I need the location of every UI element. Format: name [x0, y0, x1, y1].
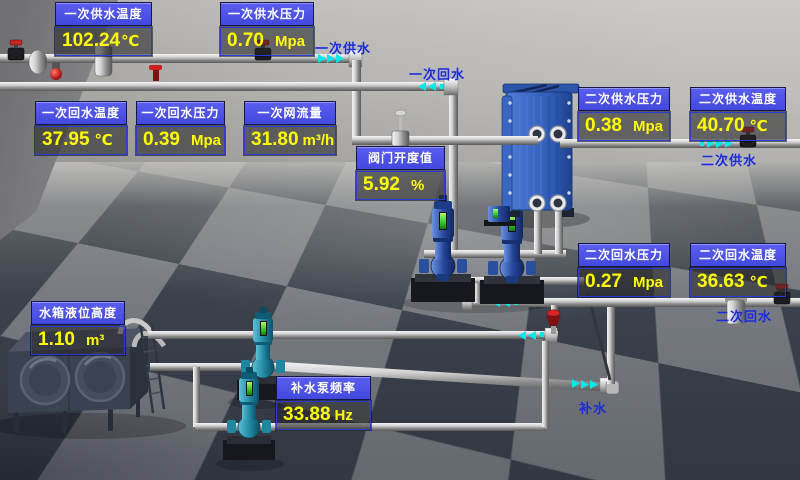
panel-title: 水箱液位高度	[31, 301, 125, 325]
circulation-pump-1[interactable]	[411, 195, 475, 302]
panel-unit: ℃	[750, 117, 768, 135]
panel-unit: Mpa	[275, 33, 305, 50]
heat-exchanger[interactable]	[484, 84, 579, 226]
control-valve[interactable]	[392, 110, 409, 146]
panel-valve-opening[interactable]: 阀门开度值 5.92%	[356, 146, 445, 200]
pipe-label-primary-return: 一次回水	[409, 64, 465, 83]
panel-title: 一次网流量	[244, 101, 336, 125]
panel-title: 二次供水压力	[578, 87, 670, 111]
panel-unit: m³	[86, 332, 104, 349]
panel-title: 一次回水压力	[136, 101, 225, 125]
panel-value: 37.95	[42, 129, 90, 151]
panel-value-box: 0.38 Mpa	[578, 112, 670, 141]
panel-value-box: 40.70 ℃	[690, 112, 786, 141]
panel-title: 二次供水温度	[690, 87, 786, 111]
panel-title: 二次回水温度	[690, 243, 786, 267]
panel-value: 0.70	[227, 30, 264, 52]
panel-value: 0.39	[143, 129, 180, 151]
panel-makeup-pump-freq[interactable]: 补水泵频率 33.88Hz	[276, 376, 371, 430]
panel-value: 33.88	[283, 404, 331, 426]
plant-scene	[0, 0, 800, 480]
panel-unit: ℃	[750, 273, 768, 291]
panel-value: 40.70	[697, 115, 745, 137]
panel-secondary-supply-pressure[interactable]: 二次供水压力 0.38 Mpa	[578, 87, 670, 141]
panel-unit: ℃	[121, 32, 139, 50]
primary-supply-valve-1[interactable]	[8, 40, 24, 60]
panel-title: 一次供水温度	[55, 2, 152, 26]
panel-primary-return-pressure[interactable]: 一次回水压力 0.39 Mpa	[136, 101, 225, 155]
panel-value-box: 0.70 Mpa	[220, 27, 314, 56]
panel-value: 102.24	[62, 30, 120, 52]
panel-value: 31.80	[251, 129, 299, 151]
panel-secondary-return-temp[interactable]: 二次回水温度 36.63 ℃	[690, 243, 786, 297]
panel-value-box: 0.39 Mpa	[136, 126, 225, 155]
panel-secondary-supply-temp[interactable]: 二次供水温度 40.70 ℃	[690, 87, 786, 141]
panel-title: 二次回水压力	[578, 243, 670, 267]
panel-value: 5.92	[363, 174, 400, 196]
panel-title: 阀门开度值	[356, 146, 445, 170]
panel-tank-level[interactable]: 水箱液位高度 1.10 m³	[31, 301, 125, 355]
panel-primary-flow[interactable]: 一次网流量 31.80m³/h	[244, 101, 336, 155]
panel-value-box: 36.63 ℃	[690, 268, 786, 297]
panel-unit: m³/h	[303, 132, 335, 149]
panel-value-box: 1.10 m³	[31, 326, 125, 355]
inline-red-pump[interactable]	[50, 68, 62, 80]
panel-primary-supply-pressure[interactable]: 一次供水压力 0.70 Mpa	[220, 2, 314, 56]
panel-value-box: 33.88Hz	[276, 401, 371, 430]
panel-value-box: 31.80m³/h	[244, 126, 336, 155]
pipe-label-secondary-supply: 二次供水	[701, 150, 757, 169]
primary-return-pipe	[0, 65, 458, 95]
panel-title: 一次回水温度	[35, 101, 127, 125]
pipe-label-primary-supply: 一次供水	[315, 38, 371, 57]
panel-value: 1.10	[38, 329, 75, 351]
pipe-label-secondary-return: 二次回水	[716, 306, 772, 325]
panel-unit: ℃	[95, 131, 113, 149]
panel-title: 补水泵频率	[276, 376, 371, 400]
panel-unit: Mpa	[191, 132, 221, 149]
panel-unit: Mpa	[633, 274, 663, 291]
panel-secondary-return-pressure[interactable]: 二次回水压力 0.27 Mpa	[578, 243, 670, 297]
panel-value-box: 37.95 ℃	[35, 126, 127, 155]
panel-unit: Mpa	[633, 118, 663, 135]
hmi-heating-station-screen: 一次供水温度 102.24℃ 一次供水压力 0.70Mpa 一次回水温度 37.…	[0, 0, 800, 480]
pipe-label-makeup-water: 补水	[579, 398, 607, 417]
panel-value: 0.27	[585, 271, 622, 293]
panel-title: 一次供水压力	[220, 2, 314, 26]
panel-primary-supply-temp[interactable]: 一次供水温度 102.24℃	[55, 2, 152, 56]
panel-unit: Hz	[335, 407, 353, 424]
panel-primary-return-temp[interactable]: 一次回水温度 37.95 ℃	[35, 101, 127, 155]
panel-unit: %	[411, 177, 424, 194]
panel-value: 36.63	[697, 271, 745, 293]
panel-value: 0.38	[585, 115, 622, 137]
panel-value-box: 0.27 Mpa	[578, 268, 670, 297]
panel-value-box: 5.92%	[356, 171, 445, 200]
panel-value-box: 102.24℃	[55, 27, 152, 56]
